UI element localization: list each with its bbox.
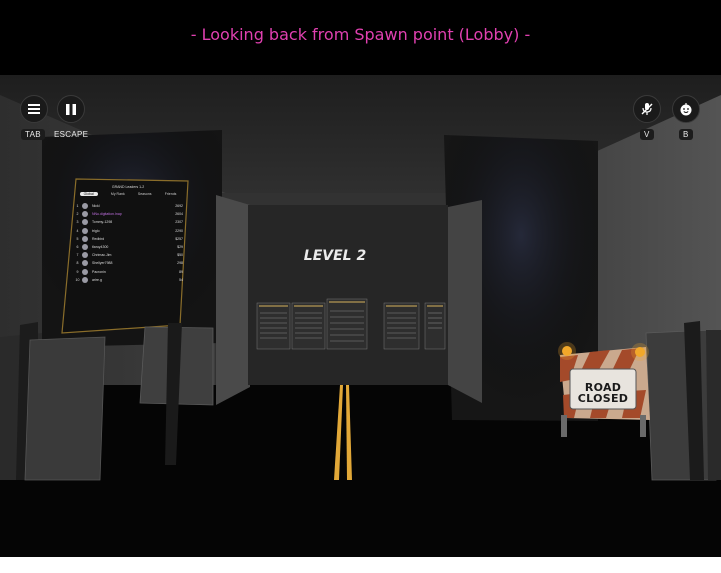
leaderboard-row: 5 Redbird $257 bbox=[73, 235, 183, 243]
rank: 4 bbox=[76, 228, 79, 233]
caption-bar: - Looking back from Spawn point (Lobby) … bbox=[0, 0, 721, 75]
pause-button[interactable] bbox=[57, 95, 85, 123]
score: 2604 bbox=[175, 212, 183, 217]
score: $257 bbox=[175, 236, 183, 241]
leaderboard-title: GRAND Leaders 1-2 bbox=[111, 185, 145, 189]
player-name: Shellyer7988 bbox=[92, 261, 113, 266]
rank: 1 bbox=[76, 204, 79, 209]
rank: 6 bbox=[76, 245, 79, 250]
caption-text: - Looking back from Spawn point (Lobby) … bbox=[190, 25, 531, 44]
leaderboard-panel: GRAND Leaders 1-2 Global My Rank Seasons… bbox=[73, 181, 183, 329]
leaderboard-row: 10 arire.g 54 bbox=[73, 276, 183, 284]
player-name: Chrimac.Jim bbox=[92, 253, 112, 258]
rank: 8 bbox=[76, 261, 79, 266]
bottom-margin bbox=[0, 557, 721, 573]
score: 2290 bbox=[175, 228, 183, 233]
score: 298 bbox=[177, 261, 183, 266]
player-name: Tommy-1298 bbox=[92, 220, 113, 225]
avatar bbox=[82, 244, 88, 251]
score: 54 bbox=[179, 277, 183, 282]
avatar bbox=[82, 235, 88, 242]
leaderboard-tabs: Global My Rank Seasons Friends bbox=[73, 192, 183, 196]
road-closed-sign: ROAD CLOSED bbox=[572, 382, 634, 404]
avatar bbox=[82, 260, 88, 267]
player-name: arire.g bbox=[92, 277, 102, 282]
avatar bbox=[82, 227, 88, 234]
menu-button[interactable] bbox=[20, 95, 48, 123]
leaderboard-row: 9 Pacronin 89 bbox=[73, 268, 183, 276]
player-name: Redbird bbox=[92, 236, 105, 241]
emote-face-icon bbox=[680, 103, 692, 116]
leaderboard-row: 3 Tommy-1298 2307 bbox=[73, 218, 183, 226]
leaderboard-row: 7 Chrimac.Jim $50 bbox=[73, 251, 183, 259]
avatar bbox=[82, 219, 88, 226]
level-sign: LEVEL 2 bbox=[303, 248, 367, 264]
leaderboard-row: 6 tlaruy4300 $29 bbox=[73, 243, 183, 251]
player-name: Nickl bbox=[92, 204, 100, 209]
road-sign-line2: CLOSED bbox=[577, 392, 629, 405]
rank: 3 bbox=[76, 220, 79, 225]
leaderboard-row: 1 Nickl 2692 bbox=[73, 202, 183, 210]
rank: 9 bbox=[76, 269, 79, 274]
pause-key-label: ESCAPE bbox=[54, 130, 89, 139]
score: 2692 bbox=[175, 204, 183, 209]
leaderboard-tab[interactable]: Friends bbox=[165, 192, 177, 196]
mic-toggle-button[interactable] bbox=[633, 95, 661, 123]
menu-key-label: TAB bbox=[21, 129, 45, 140]
leaderboard-row: 4 triglo 2290 bbox=[73, 227, 183, 235]
leaderboard-tab[interactable]: My Rank bbox=[111, 192, 125, 196]
hamburger-icon bbox=[28, 104, 40, 114]
emote-key-label: B bbox=[679, 129, 693, 140]
player-name: tlaruy4300 bbox=[92, 245, 109, 250]
mic-key-label: V bbox=[640, 129, 654, 140]
player-name: NNu.digitation.Inap bbox=[92, 212, 122, 217]
player-name: Pacronin bbox=[92, 269, 106, 274]
avatar bbox=[82, 276, 88, 283]
leaderboard-tab[interactable]: Seasons bbox=[138, 192, 152, 196]
rank: 10 bbox=[75, 277, 80, 282]
leaderboard-tab[interactable]: Global bbox=[79, 192, 98, 196]
game-viewport: LEVEL 2 GRAND Leaders 1-2 Global My Rank… bbox=[0, 75, 721, 557]
score: 2307 bbox=[175, 220, 183, 225]
avatar bbox=[82, 252, 88, 259]
leaderboard-row: 2 NNu.digitation.Inap 2604 bbox=[73, 210, 183, 218]
score: $29 bbox=[177, 245, 183, 250]
rank: 5 bbox=[76, 236, 79, 241]
leaderboard-row: 8 Shellyer7988 298 bbox=[73, 259, 183, 267]
pause-icon bbox=[66, 103, 76, 115]
rank: 2 bbox=[76, 212, 79, 217]
player-name: triglo bbox=[92, 228, 100, 233]
mic-muted-icon bbox=[641, 103, 653, 115]
rank: 7 bbox=[76, 253, 79, 258]
score: 89 bbox=[179, 269, 183, 274]
leaderboard-rows: 1 Nickl 2692 2 NNu.digitation.Inap 2604 3 Tom… bbox=[73, 202, 183, 284]
avatar bbox=[82, 268, 88, 275]
screenshot-frame: - Looking back from Spawn point (Lobby) … bbox=[0, 0, 721, 573]
avatar bbox=[82, 203, 88, 210]
avatar bbox=[82, 211, 88, 218]
emote-button[interactable] bbox=[672, 95, 700, 123]
score: $50 bbox=[177, 253, 183, 258]
